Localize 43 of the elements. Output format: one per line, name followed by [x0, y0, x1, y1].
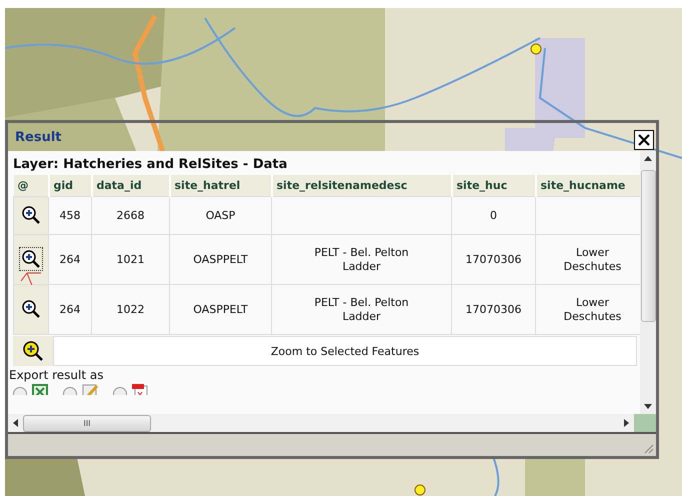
scroll-right-icon[interactable] [624, 419, 629, 427]
table-cell: OASP [206, 208, 236, 222]
table-cell: 1022 [116, 302, 144, 316]
zoom-in-icon [21, 248, 41, 268]
table-cell: 0 [490, 208, 497, 222]
resize-grip-icon[interactable] [642, 442, 654, 454]
column-header: gid [48, 175, 92, 196]
table-cell: 1021 [116, 252, 144, 266]
table-cell-text: Lower Deschutes [562, 246, 622, 274]
column-header: site_hucname [536, 175, 640, 196]
close-icon [637, 133, 651, 147]
column-header: @ [14, 175, 48, 196]
scroll-down-icon[interactable] [644, 404, 652, 409]
zoom-in-icon [21, 204, 41, 224]
column-header: site_relsitenamedesc [272, 175, 452, 196]
table-cell: 458 [60, 208, 80, 222]
column-header: site_huc [452, 175, 536, 196]
table-cell: OASPPELT [193, 252, 248, 266]
table-cell-text: Lower Deschutes [562, 296, 622, 324]
dialog-title: Result [15, 130, 62, 144]
table-cell-text: PELT - Bel. Pelton Ladder [313, 296, 410, 324]
close-button[interactable] [634, 130, 654, 150]
table-cell: 17070306 [466, 252, 522, 266]
column-header: site_hatrel [170, 175, 272, 196]
scrollbar-grip: III [83, 419, 91, 428]
zoom-in-icon [21, 298, 41, 318]
zoom-button[interactable] [19, 246, 43, 270]
scroll-left-icon[interactable] [13, 419, 18, 427]
zoom-in-icon [22, 340, 44, 362]
vertical-scrollbar[interactable] [640, 151, 656, 414]
table-cell: 2668 [116, 208, 144, 222]
layer-title: Layer: Hatcheries and RelSites - Data [13, 157, 288, 174]
table-cell: 17070306 [466, 302, 522, 316]
scroll-up-icon[interactable] [644, 156, 652, 161]
column-header: data_id [92, 175, 170, 196]
horizontal-scrollbar[interactable]: III [8, 414, 634, 432]
table-cell: 264 [60, 252, 80, 266]
table-cell: 264 [60, 302, 80, 316]
export-label: Export result as [9, 368, 104, 382]
table-cell-text: PELT - Bel. Pelton Ladder [313, 246, 410, 274]
zoom-to-selected-button[interactable]: Zoom to Selected Features [53, 336, 637, 366]
table-cell: OASPPELT [193, 302, 248, 316]
scrollbar-corner [634, 414, 656, 432]
